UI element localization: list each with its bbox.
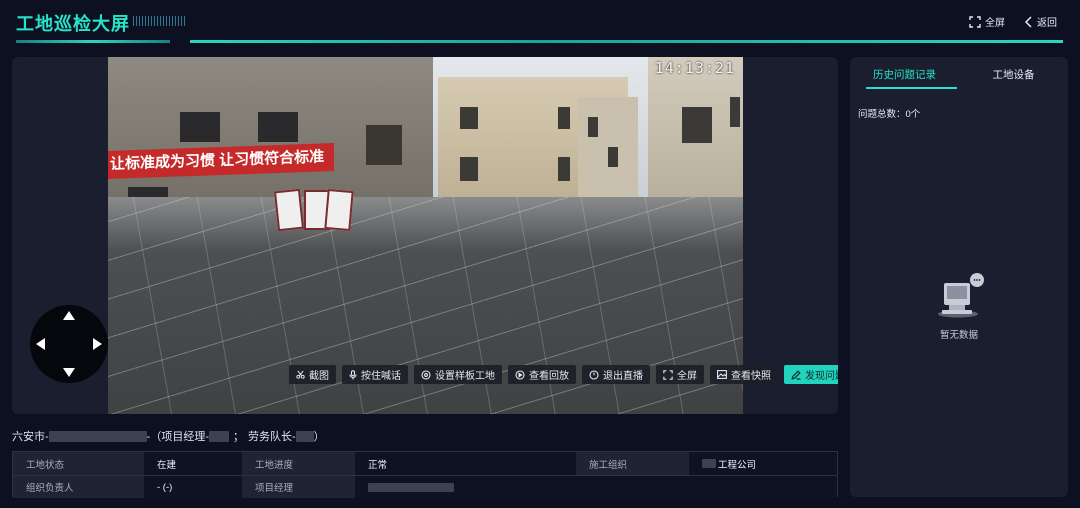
empty-computer-icon xyxy=(938,273,984,318)
fullscreen-label: 全屏 xyxy=(985,18,1005,29)
redacted-project-name xyxy=(48,430,147,442)
site-info-table: 工地状态 在建 工地进度 正常 施工组织 工程公司 组织负责人 - (-) 项目… xyxy=(12,451,838,498)
site-status-label: 工地状态 xyxy=(13,452,144,475)
side-tabs: 历史问题记录 工地设备 xyxy=(850,57,1068,91)
exit-live-button[interactable]: 退出直播 xyxy=(582,365,650,384)
exit-live-label: 退出直播 xyxy=(603,371,643,382)
video-building-mid2 xyxy=(578,97,638,197)
project-separator: ； xyxy=(233,431,244,443)
video-building-right xyxy=(648,57,743,202)
microphone-icon xyxy=(349,369,357,379)
construction-org-value: 工程公司 xyxy=(718,459,757,471)
project-manager-label: 项目经理 xyxy=(242,476,355,498)
video-fullscreen-button[interactable]: 全屏 xyxy=(656,365,704,384)
project-manager-prefix: -（项目经理- xyxy=(146,431,209,443)
table-row: 组织负责人 - (-) 项目经理 xyxy=(13,475,837,498)
construction-org-label: 施工组织 xyxy=(576,452,689,475)
page-title: 工地巡检大屏 xyxy=(16,14,130,34)
view-snapshot-label: 查看快照 xyxy=(731,371,771,382)
video-fullscreen-label: 全屏 xyxy=(677,371,697,382)
project-manager-cell xyxy=(355,476,837,498)
redacted-org-name xyxy=(702,459,716,468)
table-row: 工地状态 在建 工地进度 正常 施工组织 工程公司 xyxy=(13,452,837,475)
site-status-value: 在建 xyxy=(144,452,242,475)
view-snapshot-button[interactable]: 查看快照 xyxy=(710,365,778,384)
gear-circle-icon xyxy=(421,369,431,380)
tab-history-issues[interactable]: 历史问题记录 xyxy=(850,57,959,91)
ptz-right-arrow-icon[interactable] xyxy=(93,338,102,350)
ptz-up-arrow-icon[interactable] xyxy=(63,311,75,320)
header-underline-right xyxy=(190,40,1063,43)
screenshot-button[interactable]: 截图 xyxy=(289,365,336,384)
ptz-down-arrow-icon[interactable] xyxy=(63,368,75,377)
image-icon xyxy=(717,370,727,379)
project-city: 六安市- xyxy=(12,431,49,443)
project-foreman-prefix: 劳务队长- xyxy=(248,431,296,443)
power-icon xyxy=(589,369,599,380)
chevron-left-icon xyxy=(1024,15,1032,28)
scissors-icon xyxy=(296,370,305,379)
tab-site-devices[interactable]: 工地设备 xyxy=(959,57,1068,91)
push-to-talk-button[interactable]: 按住喊话 xyxy=(342,365,408,384)
report-issue-label: 发现问题 xyxy=(805,371,838,382)
back-label: 返回 xyxy=(1037,18,1057,29)
side-panel: 历史问题记录 工地设备 问题总数：0个 暂无数据 xyxy=(850,57,1068,497)
view-playback-label: 查看回放 xyxy=(529,371,569,382)
header-underline-left xyxy=(16,40,170,43)
set-sample-site-button[interactable]: 设置样板工地 xyxy=(414,365,502,384)
empty-state: 暂无数据 xyxy=(850,271,1068,341)
fullscreen-icon xyxy=(969,15,981,28)
empty-state-text: 暂无数据 xyxy=(939,330,978,341)
pen-icon xyxy=(791,369,801,380)
org-leader-value: - (-) xyxy=(144,476,242,498)
ptz-direction-pad[interactable] xyxy=(30,305,108,383)
org-leader-label: 组织负责人 xyxy=(13,476,144,498)
redacted-manager-value xyxy=(368,482,454,492)
project-summary: 六安市- -（项目经理- ； 劳务队长- ） xyxy=(12,428,325,444)
video-sign xyxy=(324,188,354,232)
video-timestamp: 14:13:21 xyxy=(654,59,735,77)
redacted-manager-name xyxy=(209,430,229,442)
ptz-left-arrow-icon[interactable] xyxy=(36,338,45,350)
site-progress-label: 工地进度 xyxy=(242,452,355,475)
fullscreen-button[interactable]: 全屏 xyxy=(969,14,1005,29)
report-issue-button[interactable]: 发现问题 xyxy=(784,365,838,384)
issue-total: 问题总数：0个 xyxy=(858,109,921,120)
project-close: ） xyxy=(313,431,325,443)
view-playback-button[interactable]: 查看回放 xyxy=(508,365,576,384)
play-circle-icon xyxy=(515,369,525,380)
title-decoration xyxy=(133,16,185,26)
video-sign xyxy=(273,188,305,232)
screenshot-label: 截图 xyxy=(309,371,329,382)
fullscreen-icon xyxy=(663,369,673,380)
video-toolbar: 截图 按住喊话 设置样板工地 查看回放 退出直播 全屏 查看快照 发现问题 xyxy=(289,365,838,384)
back-button[interactable]: 返回 xyxy=(1024,14,1057,29)
redacted-foreman-name xyxy=(295,430,314,442)
site-progress-value: 正常 xyxy=(355,452,576,475)
set-sample-site-label: 设置样板工地 xyxy=(435,371,495,382)
push-to-talk-label: 按住喊话 xyxy=(361,371,401,382)
video-panel: 让标准成为习惯 让习惯符合标准 14:13:21 截图 按住喊话 设置样板工地 … xyxy=(12,57,838,414)
header: 工地巡检大屏 全屏 返回 xyxy=(0,0,1080,50)
live-video-feed[interactable]: 让标准成为习惯 让习惯符合标准 14:13:21 xyxy=(108,57,743,414)
construction-org-cell: 工程公司 xyxy=(689,452,837,475)
